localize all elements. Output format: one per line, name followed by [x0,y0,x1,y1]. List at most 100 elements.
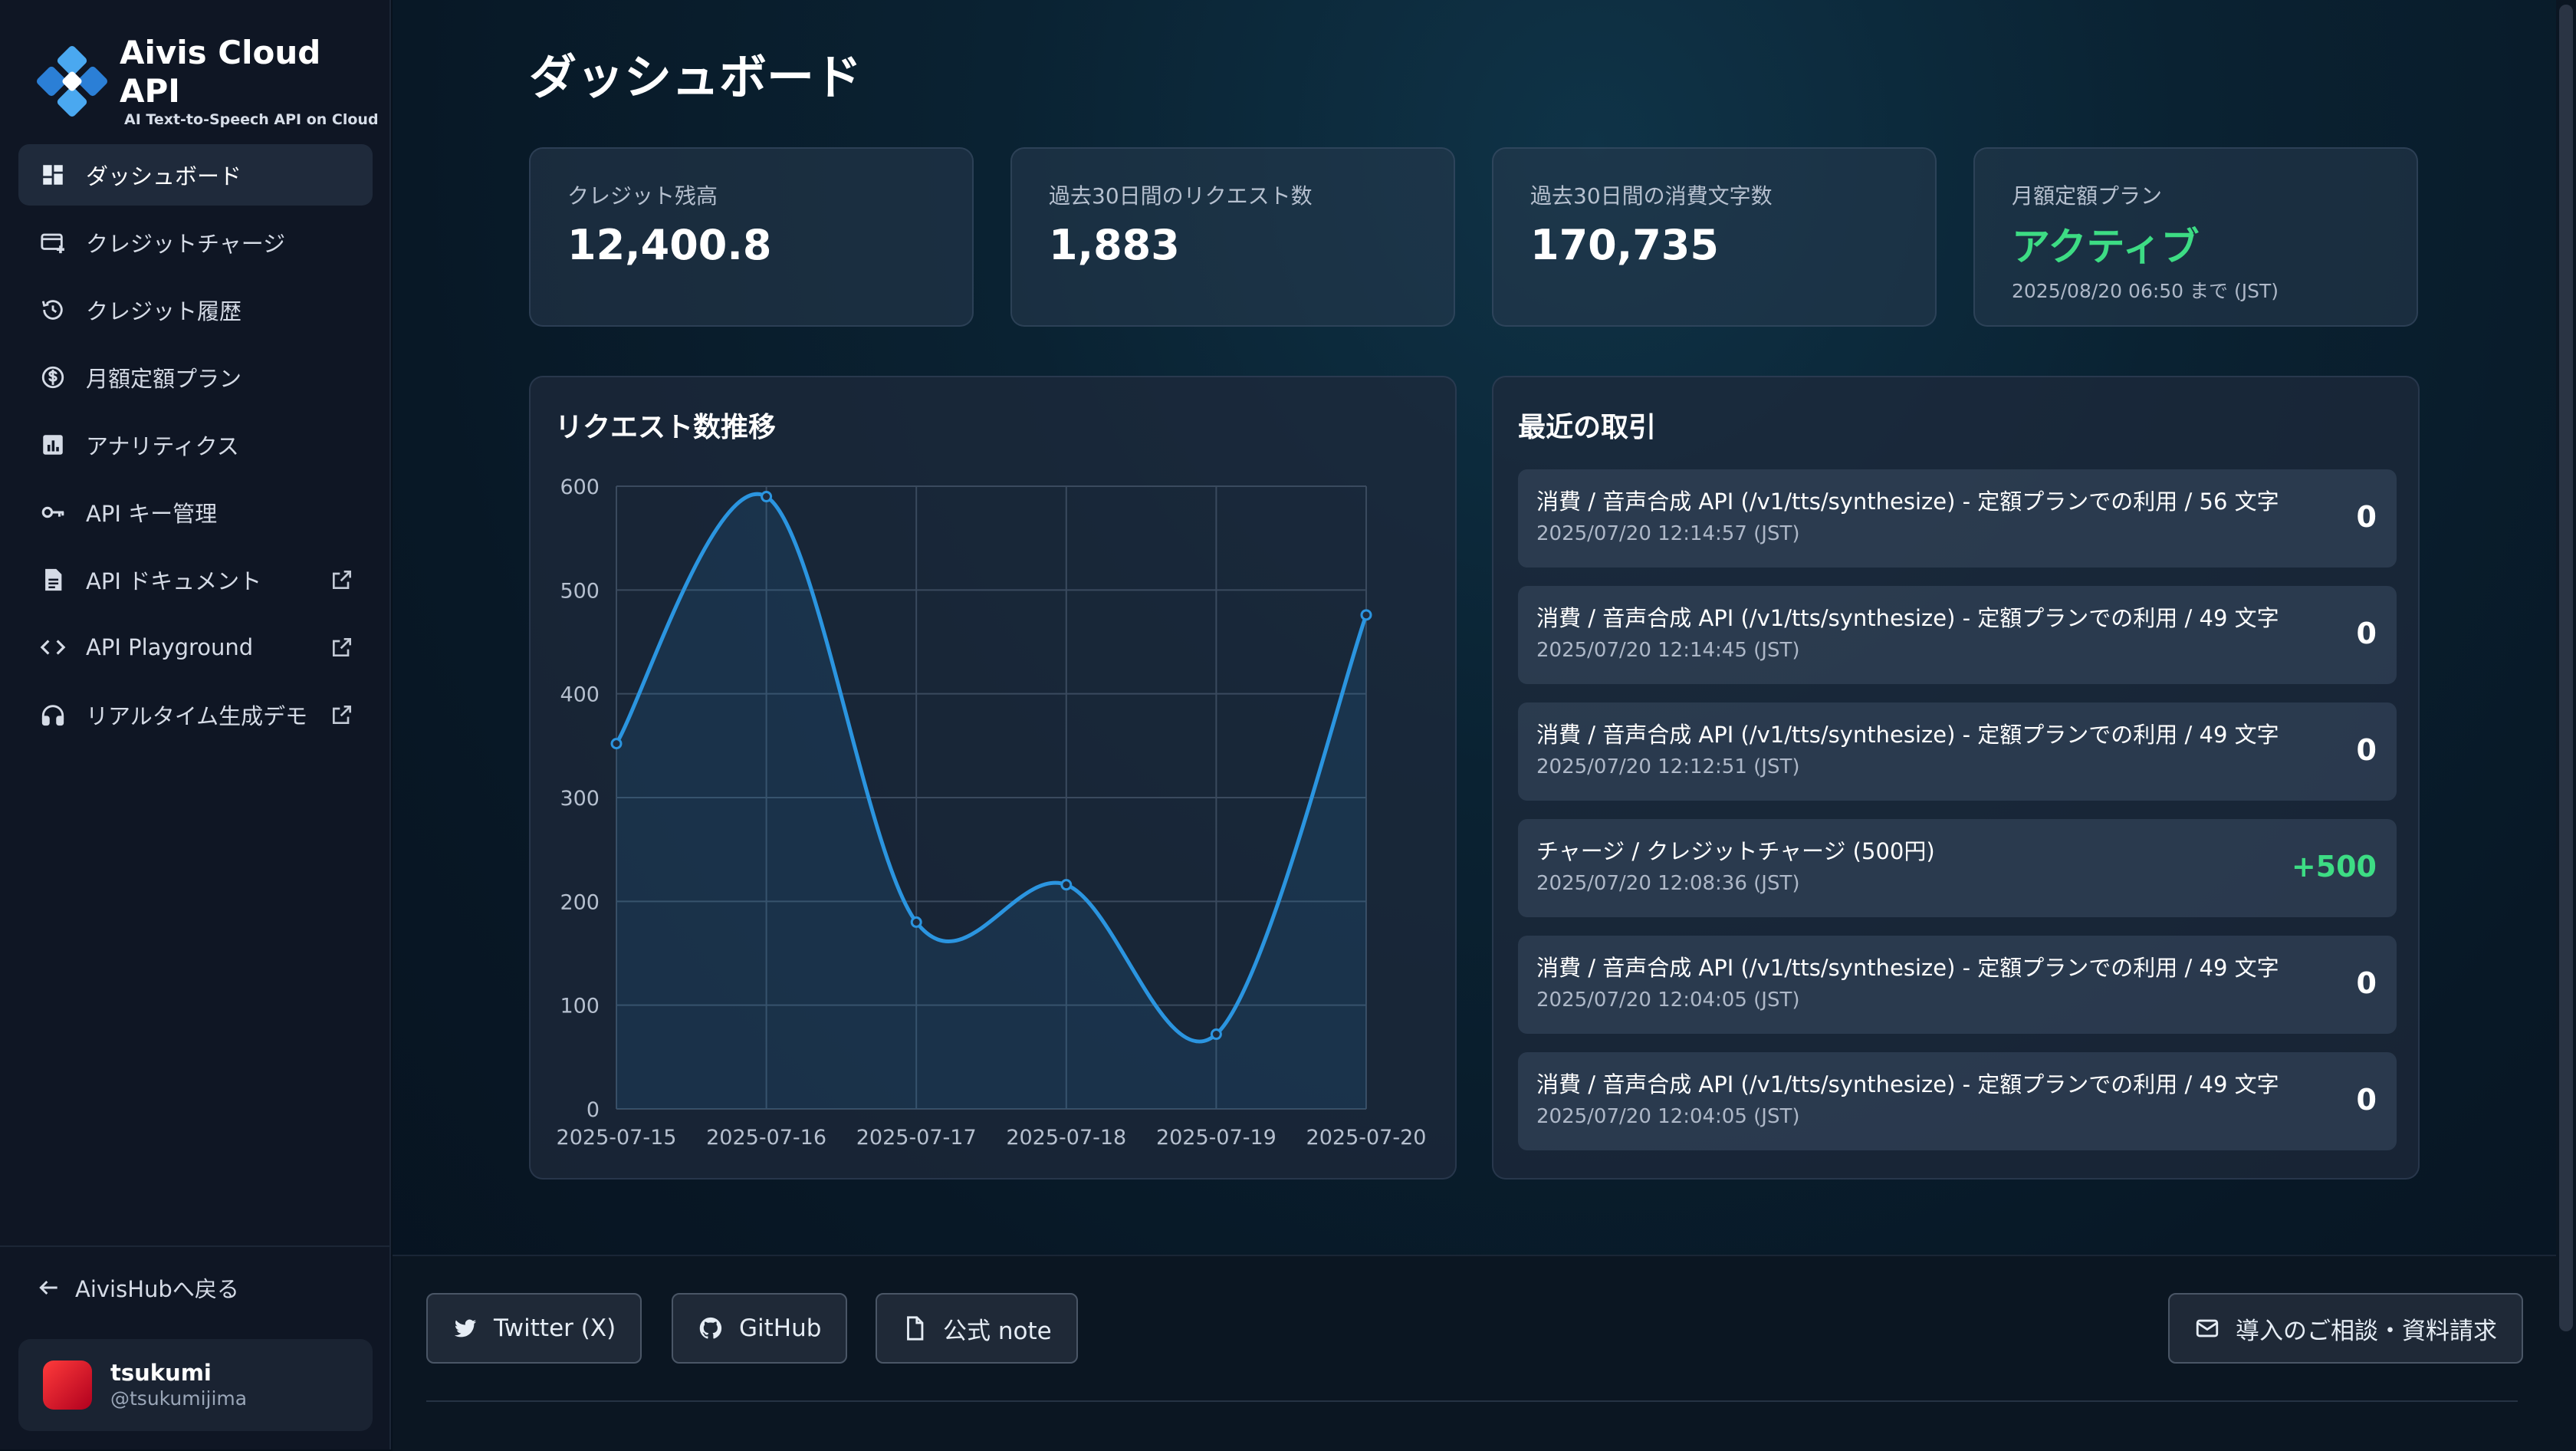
analytics-icon [38,430,67,459]
sidebar-item-label: API Playground [86,634,254,660]
transaction-title: 消費 / 音声合成 API (/v1/tts/synthesize) - 定額プ… [1536,955,2279,981]
request-line-chart: 0 100 200 300 400 500 600 2025-07-15 2025-07-16 2… [557,475,1427,1150]
transaction-item: 消費 / 音声合成 API (/v1/tts/synthesize) - 定額プ… [1518,469,2397,568]
external-link-icon [330,635,354,660]
data-point [1210,1028,1222,1041]
monthly-plan-card: 月額定額プラン アクティブ 2025/08/20 06:50 まで (JST) [1973,147,2418,327]
sidebar-item-analytics[interactable]: アナリティクス [18,414,373,475]
sidebar-item-realtime-demo[interactable]: リアルタイム生成デモ [18,684,373,745]
x-tick-label: 2025-07-19 [1156,1126,1276,1150]
transaction-title: 消費 / 音声合成 API (/v1/tts/synthesize) - 定額プ… [1536,722,2279,748]
sidebar-item-dashboard[interactable]: ダッシュボード [18,144,373,206]
y-tick-label: 0 [586,1098,600,1122]
credit-balance-value: 12,400.8 [567,221,772,269]
page-title: ダッシュボード [529,49,863,105]
stat-label: 過去30日間の消費文字数 [1530,183,1773,209]
transaction-title: 消費 / 音声合成 API (/v1/tts/synthesize) - 定額プ… [1536,605,2279,631]
note-button[interactable]: 公式 note [876,1293,1078,1364]
y-tick-label: 100 [560,995,600,1018]
transaction-amount: +500 [2291,850,2377,883]
characters-card: 過去30日間の消費文字数 170,735 [1492,147,1937,327]
y-tick-label: 600 [560,475,600,499]
y-tick-label: 500 [560,579,600,603]
transactions-title: 最近の取引 [1518,412,1657,443]
sidebar-nav: ダッシュボード クレジットチャージ クレジット履歴 月額定額プラン アナリティク… [18,144,373,752]
contact-button[interactable]: 導入のご相談・資料請求 [2168,1293,2523,1364]
headphones-icon [38,700,67,729]
code-icon [38,633,67,662]
github-button[interactable]: GitHub [672,1293,848,1364]
dollar-cycle-icon [38,363,67,392]
aivis-logo-icon [35,44,109,118]
footer: Twitter (X) GitHub 公式 note 導入のご相談・資料請求 [393,1255,2576,1451]
stat-label: 月額定額プラン [2012,183,2163,209]
transaction-title: チャージ / クレジットチャージ (500円) [1536,838,1935,864]
plan-status-badge: アクティブ [2012,225,2200,269]
request-chart-panel: リクエスト数推移 0 100 200 300 400 500 600 2025-07-15 20… [529,376,1457,1180]
sidebar-item-label: クレジットチャージ [86,231,286,257]
sidebar-item-label: ダッシュボード [86,163,242,189]
user-menu[interactable]: tsukumi @tsukumijima [18,1339,373,1431]
transaction-amount: 0 [2356,500,2377,534]
twitter-button[interactable]: Twitter (X) [426,1293,642,1364]
x-tick-label: 2025-07-16 [706,1126,826,1150]
y-tick-label: 300 [560,787,600,811]
github-icon [698,1314,725,1342]
y-tick-label: 400 [560,683,600,707]
sidebar-item-credit-history[interactable]: クレジット履歴 [18,279,373,341]
transaction-title: 消費 / 音声合成 API (/v1/tts/synthesize) - 定額プ… [1536,489,2279,515]
brand-title: Aivis Cloud API [120,34,321,110]
transaction-time: 2025/07/20 12:14:45 (JST) [1536,639,1800,662]
transaction-title: 消費 / 音声合成 API (/v1/tts/synthesize) - 定額プ… [1536,1071,2279,1097]
sidebar-item-label: API ドキュメント [86,568,262,594]
recent-transactions-panel: 最近の取引 消費 / 音声合成 API (/v1/tts/synthesize)… [1492,376,2420,1180]
x-tick-label: 2025-07-20 [1306,1126,1427,1150]
transaction-item: 消費 / 音声合成 API (/v1/tts/synthesize) - 定額プ… [1518,1052,2397,1150]
sidebar-item-monthly-plan[interactable]: 月額定額プラン [18,347,373,408]
scrollbar-thumb[interactable] [2559,5,2573,1331]
transaction-time: 2025/07/20 12:04:05 (JST) [1536,989,1800,1012]
sidebar-item-credit-charge[interactable]: クレジットチャージ [18,212,373,273]
transaction-time: 2025/07/20 12:14:57 (JST) [1536,522,1800,545]
document-icon [38,565,67,594]
sidebar-item-label: 月額定額プラン [86,366,242,392]
data-point [610,738,623,750]
external-link-icon [330,568,354,592]
transaction-amount: 0 [2356,966,2377,1000]
transaction-item: 消費 / 音声合成 API (/v1/tts/synthesize) - 定額プ… [1518,936,2397,1034]
transaction-amount: 0 [2356,1083,2377,1117]
sidebar: Aivis Cloud API AI Text-to-Speech API on… [0,0,391,1449]
sidebar-item-api-playground[interactable]: API Playground [18,617,373,678]
transaction-item: チャージ / クレジットチャージ (500円) 2025/07/20 12:08:… [1518,819,2397,917]
plan-expiry: 2025/08/20 06:50 まで (JST) [2012,280,2279,302]
user-name: tsukumi [110,1360,212,1386]
x-tick-label: 2025-07-15 [557,1126,677,1150]
back-to-aivishub-link[interactable]: AivisHubへ戻る [37,1272,239,1304]
data-point [1060,879,1073,891]
brand-subtitle: AI Text-to-Speech API on Cloud [124,111,379,128]
transaction-time: 2025/07/20 12:08:36 (JST) [1536,872,1800,895]
twitter-icon [452,1314,480,1342]
transaction-amount: 0 [2356,617,2377,650]
transaction-time: 2025/07/20 12:12:51 (JST) [1536,755,1800,778]
external-link-icon [330,702,354,727]
characters-value: 170,735 [1530,221,1719,269]
stat-label: クレジット残高 [567,183,718,209]
file-icon [902,1314,929,1342]
requests-value: 1,883 [1049,221,1180,269]
note-label: 公式 note [943,1317,1052,1345]
sidebar-divider [0,1245,389,1247]
scrollbar[interactable] [2556,0,2576,1449]
avatar [43,1361,92,1410]
brand[interactable]: Aivis Cloud API AI Text-to-Speech API on… [35,34,389,129]
github-label: GitHub [739,1314,822,1342]
sidebar-item-api-keys[interactable]: API キー管理 [18,482,373,543]
mail-icon [2194,1314,2222,1342]
credit-balance-card: クレジット残高 12,400.8 [529,147,974,327]
x-tick-label: 2025-07-17 [856,1126,977,1150]
sidebar-item-api-docs[interactable]: API ドキュメント [18,549,373,610]
contact-label: 導入のご相談・資料請求 [2236,1317,2497,1345]
twitter-label: Twitter (X) [494,1314,616,1342]
back-link-label: AivisHubへ戻る [75,1276,239,1302]
stat-label: 過去30日間のリクエスト数 [1049,183,1313,209]
